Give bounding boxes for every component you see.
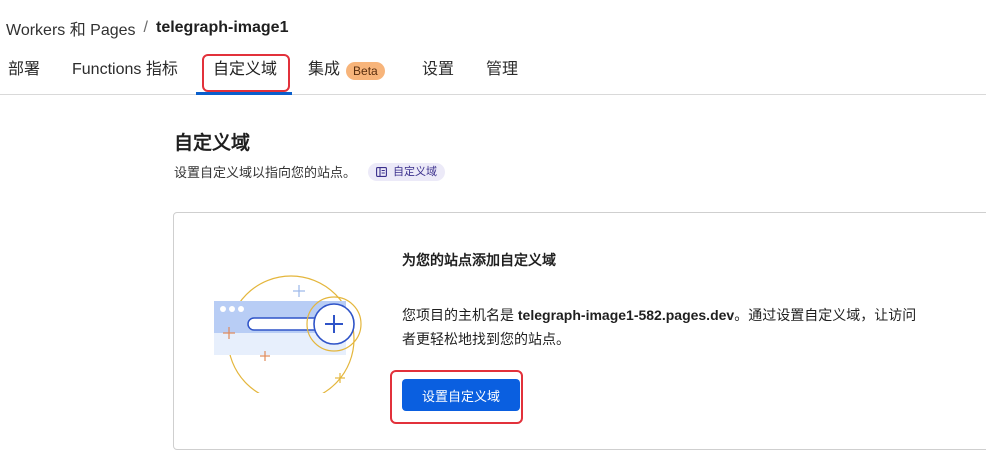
active-tab-indicator xyxy=(196,92,292,95)
tab-functions-metrics[interactable]: Functions 指标 xyxy=(72,60,178,92)
docs-link-label: 自定义域 xyxy=(393,165,438,178)
section-description: 设置自定义域以指向您的站点。 自定义域 xyxy=(174,162,446,181)
card-title: 为您的站点添加自定义域 xyxy=(402,252,556,268)
breadcrumb-separator: / xyxy=(143,19,148,36)
breadcrumb-parent-link[interactable]: Workers 和 Pages xyxy=(6,16,136,40)
project-hostname: telegraph-image1-582.pages.dev xyxy=(517,307,735,323)
docs-link[interactable]: 自定义域 xyxy=(368,162,446,181)
tab-settings[interactable]: 设置 xyxy=(422,60,454,92)
tab-label: Functions 指标 xyxy=(72,61,178,78)
tab-label: 设置 xyxy=(422,61,455,78)
highlight-box-button xyxy=(390,370,523,424)
breadcrumb-current: telegraph-image1 xyxy=(155,19,289,36)
highlight-box-tab xyxy=(202,54,290,92)
tab-manage[interactable]: 管理 xyxy=(486,60,518,92)
description-text: 设置自定义域以指向您的站点。 xyxy=(174,165,357,180)
breadcrumb: Workers 和 Pages / telegraph-image1 xyxy=(6,16,288,40)
tab-deployments[interactable]: 部署 xyxy=(8,60,40,92)
tab-label: 管理 xyxy=(486,61,519,78)
book-icon xyxy=(376,166,387,177)
add-domain-card: 为您的站点添加自定义域 您项目的主机名是 telegraph-image1-58… xyxy=(173,212,986,450)
tab-integrations[interactable]: 集成 Beta xyxy=(308,60,385,92)
card-description: 您项目的主机名是 telegraph-image1-582.pages.dev。… xyxy=(402,303,922,351)
tab-bar: 部署 Functions 指标 自定义域 集成 Beta 设置 管理 xyxy=(0,52,986,95)
page-title: 自定义域 xyxy=(174,133,251,154)
tab-label: 部署 xyxy=(8,61,41,78)
beta-badge: Beta xyxy=(346,62,385,80)
add-domain-illustration xyxy=(214,275,362,393)
tab-label: 集成 xyxy=(308,61,341,78)
hostname-prefix: 您项目的主机名是 xyxy=(402,307,518,323)
